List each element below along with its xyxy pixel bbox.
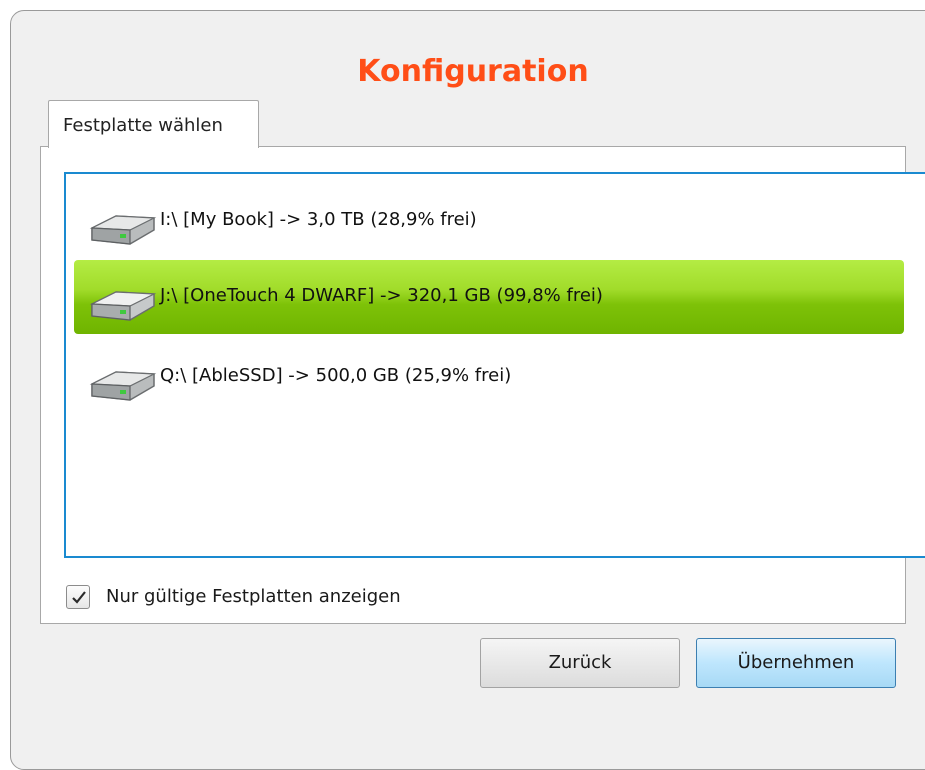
checkbox-only-valid[interactable] [66,585,90,609]
hard-drive-icon [89,215,157,245]
drive-list[interactable]: I:\ [My Book] -> 3,0 TB (28,9% frei) J:\… [64,172,925,558]
drive-item-j[interactable]: J:\ [OneTouch 4 DWARF] -> 320,1 GB (99,8… [74,260,904,334]
hard-drive-icon [89,291,157,321]
hard-drive-icon [89,371,157,401]
drive-label: I:\ [My Book] -> 3,0 TB (28,9% frei) [160,209,477,230]
dialog-title: Konfiguration [357,54,589,89]
checkbox-label: Nur gültige Festplatten anzeigen [106,586,401,607]
apply-button[interactable]: Übernehmen [696,638,896,688]
drive-label: J:\ [OneTouch 4 DWARF] -> 320,1 GB (99,8… [160,285,603,306]
drive-item-q[interactable]: Q:\ [AbleSSD] -> 500,0 GB (25,9% frei) [74,340,904,414]
tab-select-drive[interactable]: Festplatte wählen [48,100,259,148]
drive-item-i[interactable]: I:\ [My Book] -> 3,0 TB (28,9% frei) [74,184,904,258]
back-button[interactable]: Zurück [480,638,680,688]
checkmark-icon [72,591,86,604]
drive-label: Q:\ [AbleSSD] -> 500,0 GB (25,9% frei) [160,365,512,386]
